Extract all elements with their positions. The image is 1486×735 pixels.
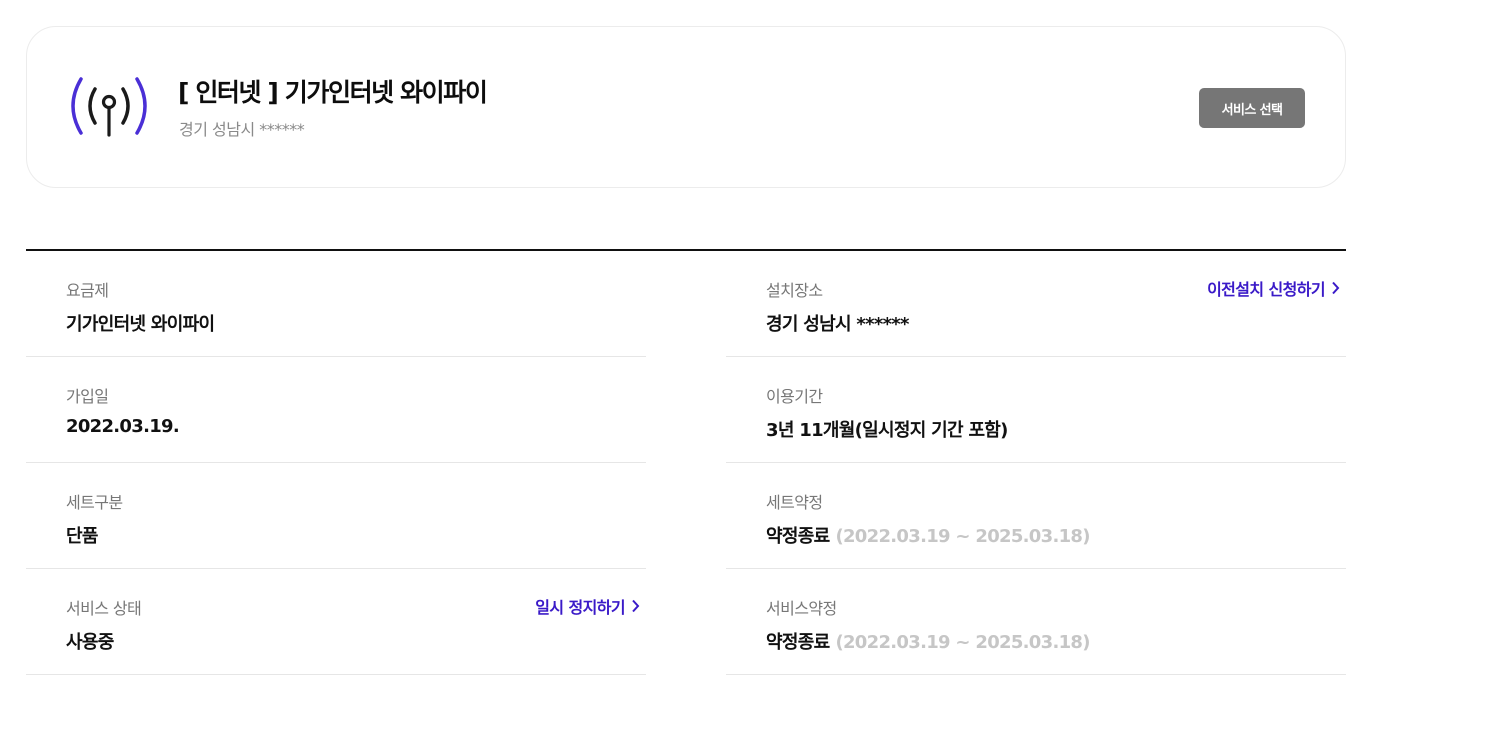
service-select-button[interactable]: 서비스 선택 — [1199, 88, 1305, 128]
location-value: 경기 성남시 ****** — [766, 314, 909, 335]
service-address: 경기 성남시 ****** — [179, 120, 305, 139]
location-label: 설치장소 — [766, 281, 823, 300]
set-contract-period: (2022.03.19 ~ 2025.03.18) — [835, 526, 1090, 547]
usage-period-label: 이용기간 — [766, 387, 823, 406]
service-contract-status: 약정종료 — [766, 632, 830, 653]
info-plan: 요금제 기가인터넷 와이파이 — [26, 251, 646, 357]
set-type-value: 단품 — [66, 526, 98, 547]
antenna-broadcast-icon — [71, 77, 147, 137]
service-title: [ 인터넷 ] 기가인터넷 와이파이 — [178, 78, 488, 107]
join-date-value: 2022.03.19. — [66, 416, 180, 437]
info-service-contract: 서비스약정 약정종료 (2022.03.19 ~ 2025.03.18) — [726, 569, 1346, 675]
chevron-right-icon — [632, 599, 640, 613]
service-status-label: 서비스 상태 — [66, 599, 142, 618]
info-location: 설치장소 이전설치 신청하기 경기 성남시 ****** — [726, 251, 1346, 357]
set-contract-label: 세트약정 — [766, 493, 823, 512]
info-set-contract: 세트약정 약정종료 (2022.03.19 ~ 2025.03.18) — [726, 463, 1346, 569]
set-contract-status: 약정종료 — [766, 526, 830, 547]
usage-period-value: 3년 11개월(일시정지 기간 포함) — [766, 420, 1008, 441]
service-contract-period: (2022.03.19 ~ 2025.03.18) — [835, 632, 1090, 653]
service-contract-value: 약정종료 (2022.03.19 ~ 2025.03.18) — [766, 628, 1090, 654]
info-join-date: 가입일 2022.03.19. — [26, 357, 646, 463]
pause-service-label: 일시 정지하기 — [535, 598, 625, 617]
service-contract-label: 서비스약정 — [766, 599, 837, 618]
info-usage-period: 이용기간 3년 11개월(일시정지 기간 포함) — [726, 357, 1346, 463]
pause-service-link[interactable]: 일시 정지하기 — [535, 594, 640, 618]
service-card: [ 인터넷 ] 기가인터넷 와이파이 경기 성남시 ****** 서비스 선택 — [26, 26, 1346, 188]
set-contract-value: 약정종료 (2022.03.19 ~ 2025.03.18) — [766, 522, 1090, 548]
info-set-type: 세트구분 단품 — [26, 463, 646, 569]
join-date-label: 가입일 — [66, 387, 109, 406]
plan-value: 기가인터넷 와이파이 — [66, 314, 215, 335]
relocation-request-link[interactable]: 이전설치 신청하기 — [1207, 276, 1340, 300]
info-service-status: 서비스 상태 일시 정지하기 사용중 — [26, 569, 646, 675]
service-status-value: 사용중 — [66, 632, 114, 653]
relocation-request-label: 이전설치 신청하기 — [1207, 280, 1326, 299]
set-type-label: 세트구분 — [66, 493, 123, 512]
chevron-right-icon — [1332, 281, 1340, 295]
plan-label: 요금제 — [66, 281, 109, 300]
